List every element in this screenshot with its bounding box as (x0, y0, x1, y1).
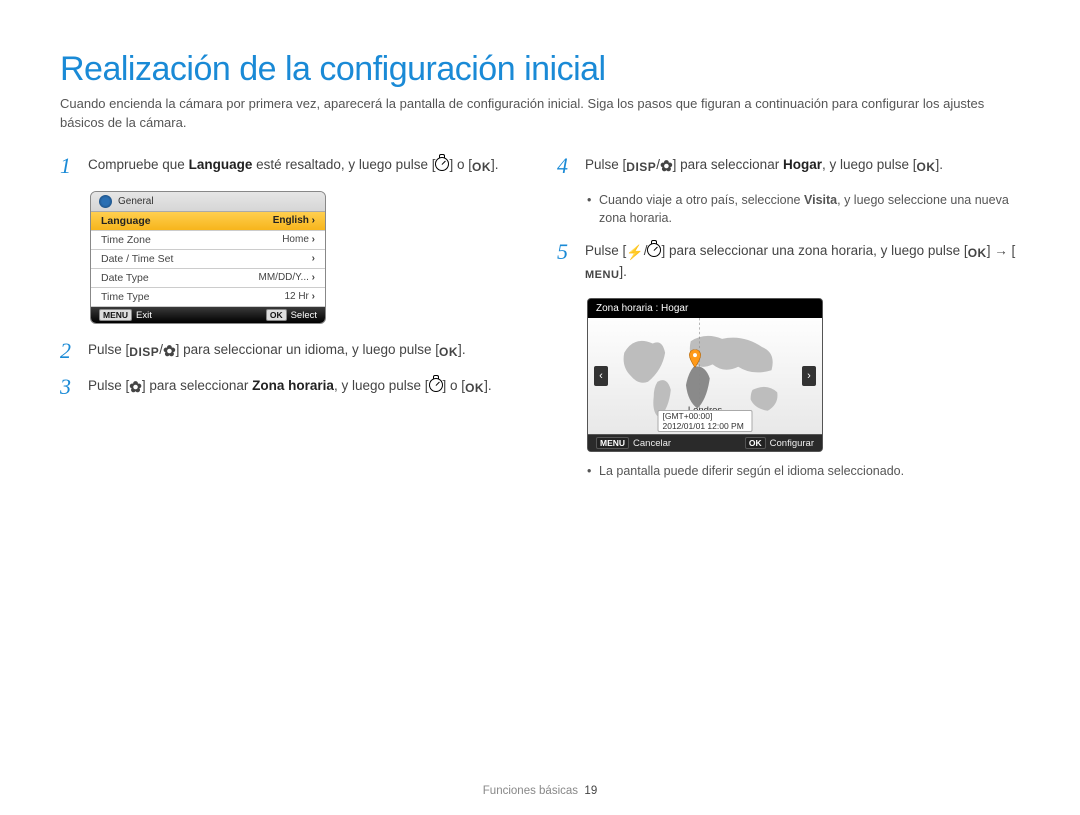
lcd-row-datetype: Date Type MM/DD/Y... (91, 269, 325, 288)
page-title: Realización de la configuración inicial (60, 50, 1020, 89)
step-number: 4 (557, 155, 577, 177)
step-number: 1 (60, 155, 80, 177)
step-text: Pulse [DISP/✿] para seleccionar Hogar, y… (585, 155, 943, 177)
left-column: 1 Compruebe que Language esté resaltado,… (60, 155, 523, 495)
map-pin-icon (688, 350, 702, 371)
lcd-map-footer: MENUCancelar OKConfigurar (588, 434, 822, 451)
ok-icon: OK (472, 159, 491, 176)
step-2: 2 Pulse [DISP/✿] para seleccionar un idi… (60, 340, 523, 362)
ok-badge: OK (745, 437, 766, 449)
step-4: 4 Pulse [DISP/✿] para seleccionar Hogar,… (557, 155, 1020, 177)
map-right-button[interactable]: › (802, 366, 816, 386)
timer-icon (435, 157, 449, 171)
lcd-general-settings: General Language English Time Zone Home … (90, 191, 326, 324)
ok-icon: OK (439, 344, 458, 361)
world-map: Londres [GMT+00:00] 2012/01/01 12:00 PM (610, 318, 800, 434)
lcd-header: General (91, 192, 325, 212)
timer-icon (647, 243, 661, 257)
step-5: 5 Pulse [⚡/] para seleccionar una zona h… (557, 241, 1020, 284)
disp-icon: DISP (626, 159, 656, 176)
lcd-timezone-map: Zona horaria : Hogar ‹ (587, 298, 823, 452)
step-text: Compruebe que Language esté resaltado, y… (88, 155, 499, 177)
lcd-row-timetype: Time Type 12 Hr (91, 288, 325, 307)
lcd-map-area: ‹ Londres (588, 318, 822, 434)
gear-icon (99, 195, 112, 208)
lcd-row-language: Language English (91, 212, 325, 231)
ok-icon: OK (917, 159, 936, 176)
lcd-row-timezone: Time Zone Home (91, 231, 325, 250)
step-text: Pulse [DISP/✿] para seleccionar un idiom… (88, 340, 466, 362)
right-column: 4 Pulse [DISP/✿] para seleccionar Hogar,… (557, 155, 1020, 495)
timer-icon (429, 378, 443, 392)
lcd-footer: MENUExit OKSelect (91, 307, 325, 323)
step-text: Pulse [✿] para seleccionar Zona horaria,… (88, 376, 492, 398)
intro-text: Cuando encienda la cámara por primera ve… (60, 95, 1020, 133)
menu-badge: MENU (99, 309, 132, 321)
step-number: 5 (557, 241, 577, 284)
step-5-note: La pantalla puede diferir según el idiom… (587, 462, 1020, 480)
step-number: 3 (60, 376, 80, 398)
lcd-row-datetime: Date / Time Set (91, 250, 325, 269)
map-left-button[interactable]: ‹ (594, 366, 608, 386)
step-1: 1 Compruebe que Language esté resaltado,… (60, 155, 523, 177)
ok-icon: OK (465, 380, 484, 397)
page-footer: Funciones básicas 19 (0, 785, 1080, 797)
ok-icon: OK (968, 245, 987, 262)
step-text: Pulse [⚡/] para seleccionar una zona hor… (585, 241, 1020, 284)
ok-badge: OK (266, 309, 287, 321)
step-4-note: Cuando viaje a otro país, seleccione Vis… (587, 191, 1020, 227)
step-3: 3 Pulse [✿] para seleccionar Zona horari… (60, 376, 523, 398)
step-number: 2 (60, 340, 80, 362)
menu-badge: MENU (596, 437, 629, 449)
disp-icon: DISP (129, 344, 159, 361)
menu-icon: MENU (585, 268, 619, 284)
lcd-map-header: Zona horaria : Hogar (588, 299, 822, 318)
map-gmt-label: [GMT+00:00] 2012/01/01 12:00 PM (658, 410, 753, 432)
